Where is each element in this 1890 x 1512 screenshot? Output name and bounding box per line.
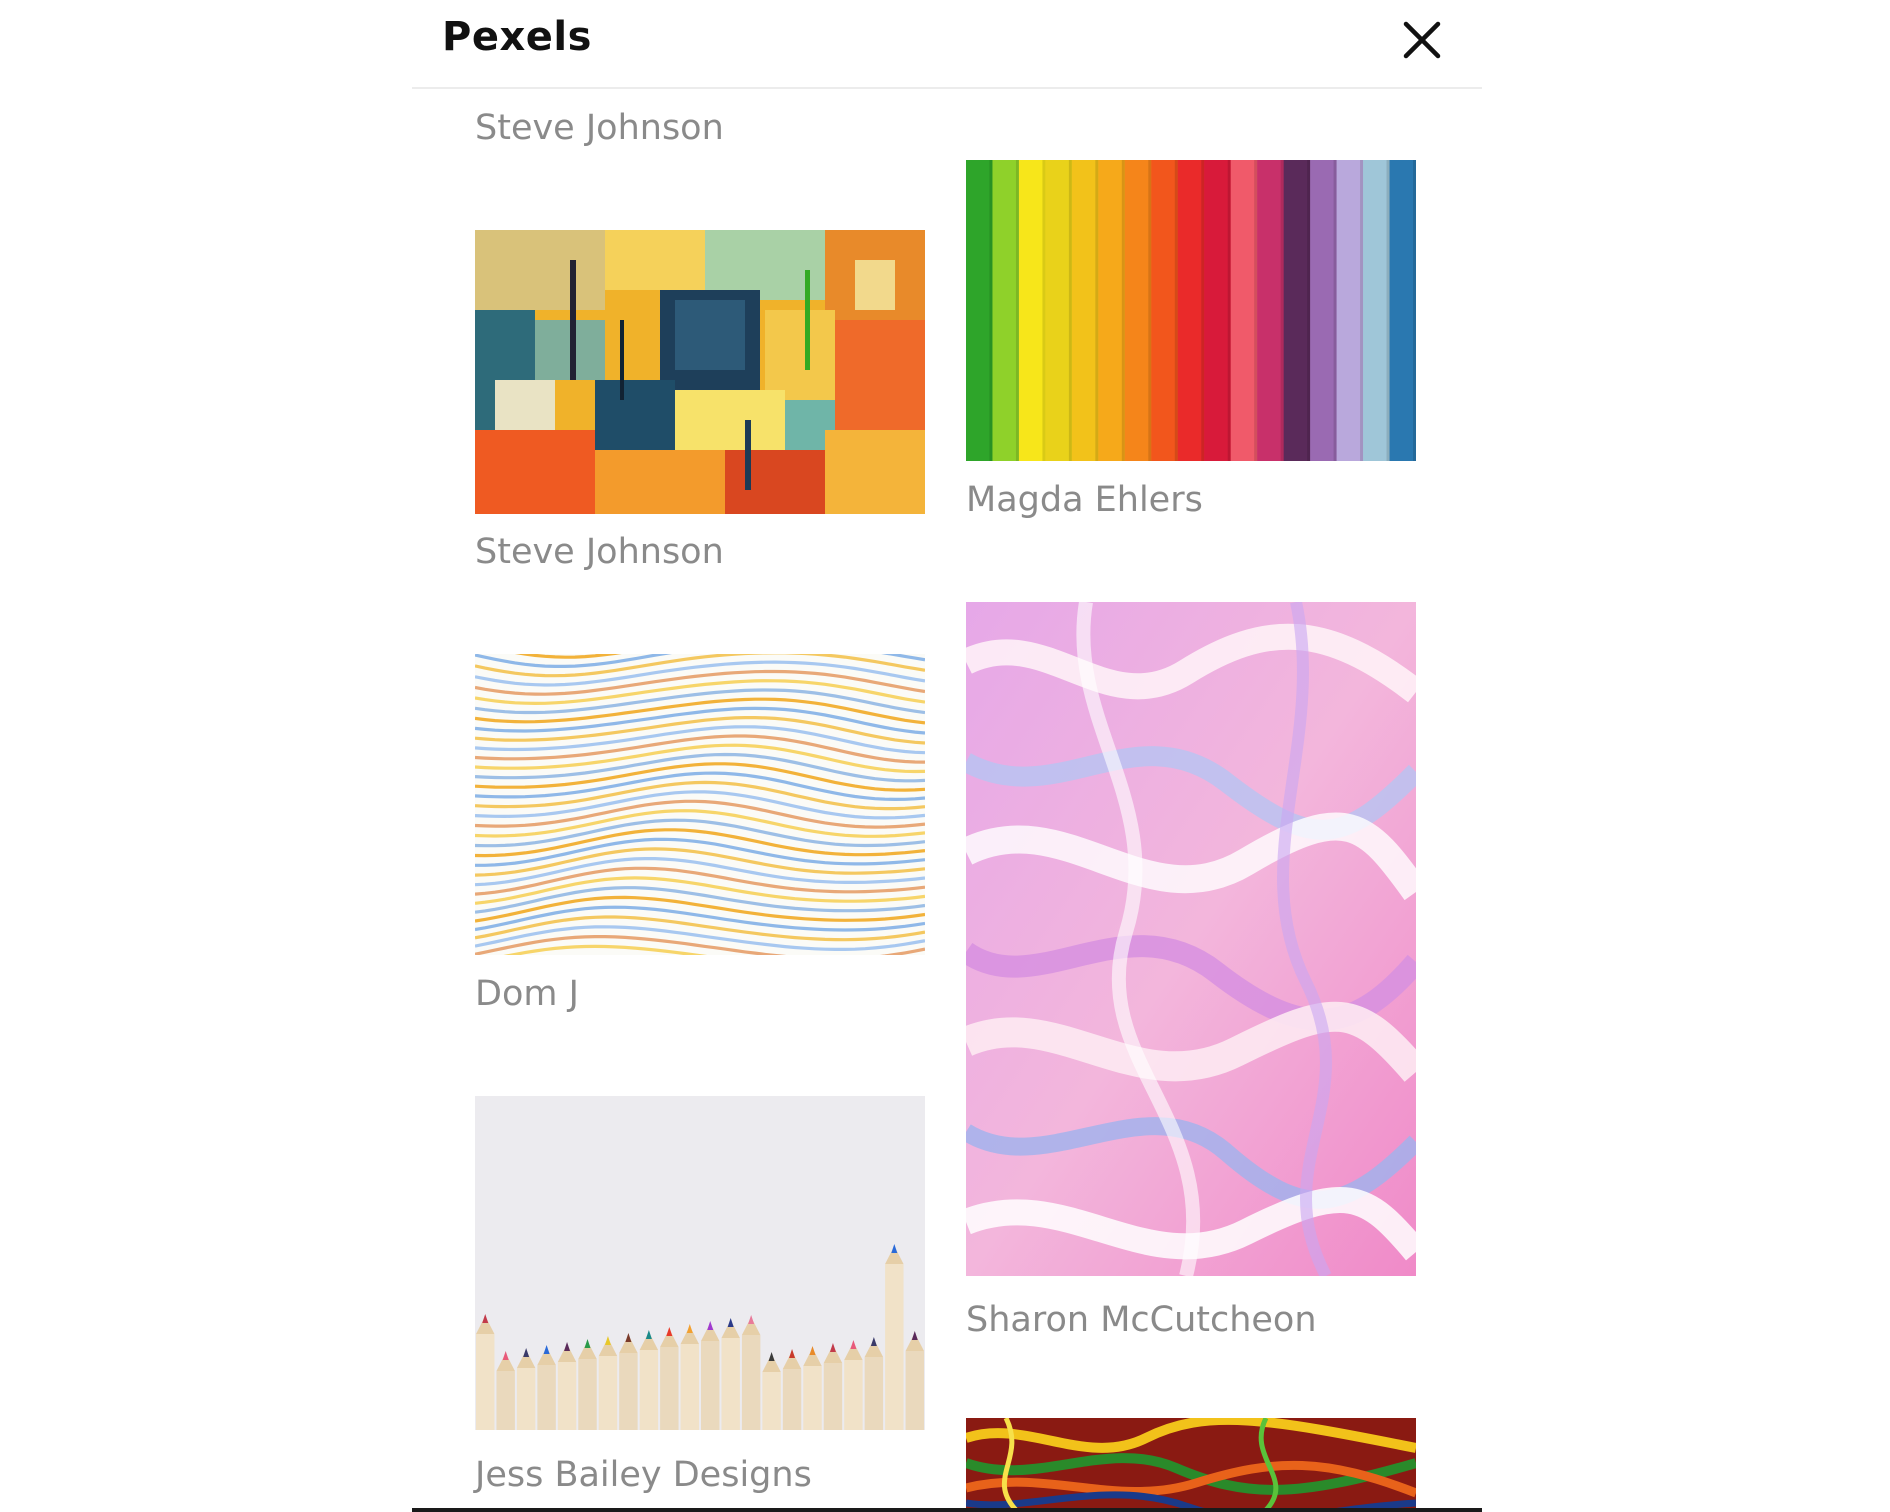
photo-thumbnail[interactable] bbox=[966, 1418, 1416, 1510]
photo-thumbnail[interactable] bbox=[475, 654, 925, 955]
photo-thumbnail[interactable] bbox=[966, 602, 1416, 1276]
photo-credit[interactable]: Jess Bailey Designs bbox=[475, 1455, 812, 1495]
photo-thumbnail[interactable] bbox=[475, 1096, 925, 1430]
photo-thumbnail[interactable] bbox=[475, 230, 925, 514]
page-title: Pexels bbox=[442, 14, 592, 60]
bottom-divider bbox=[412, 1508, 1482, 1512]
modal-header: Pexels bbox=[412, 0, 1482, 89]
photo-credit[interactable]: Dom J bbox=[475, 974, 579, 1014]
photo-credit[interactable]: Magda Ehlers bbox=[966, 480, 1203, 520]
photo-credit[interactable]: Steve Johnson bbox=[475, 108, 724, 148]
close-icon[interactable] bbox=[1400, 18, 1444, 62]
photo-credit[interactable]: Sharon McCutcheon bbox=[966, 1300, 1317, 1340]
pexels-panel: Steve Johnson Steve Johnson Magda Ehlers… bbox=[412, 0, 1482, 1512]
photo-credit[interactable]: Steve Johnson bbox=[475, 532, 724, 572]
photo-thumbnail[interactable] bbox=[966, 160, 1416, 461]
